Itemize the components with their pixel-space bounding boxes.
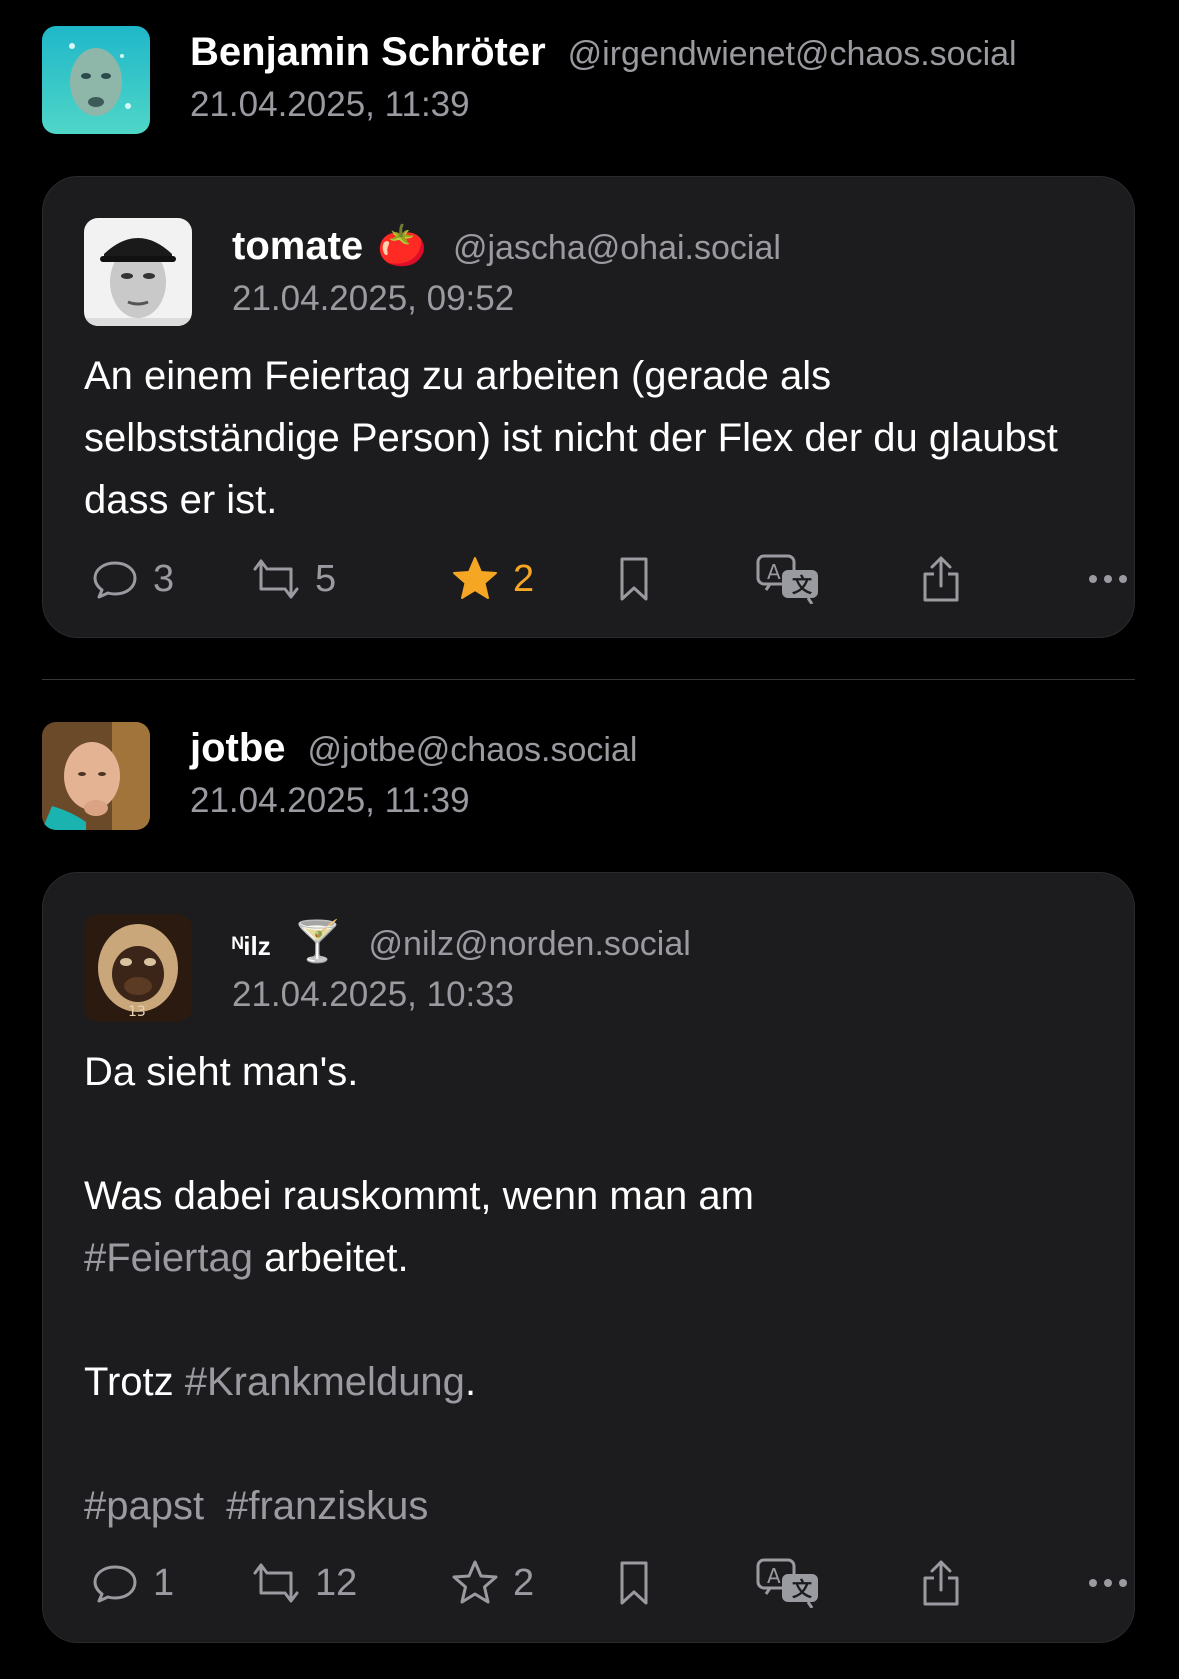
boost-icon — [251, 555, 301, 603]
booster-handle[interactable]: @irgendwienet@chaos.social — [568, 35, 1017, 74]
content-text: arbeitet. — [252, 1236, 409, 1280]
share-button[interactable] — [921, 549, 961, 609]
share-icon — [921, 554, 961, 604]
booster-avatar[interactable] — [42, 26, 150, 134]
quoted-post-header: tomate 🍅 @jascha@ohai.social 21.04.2025,… — [84, 218, 781, 326]
star-icon — [451, 555, 499, 603]
booster-avatar[interactable] — [42, 722, 150, 830]
quoted-post-header: 13 ᴺilz 🍸 @nilz@norden.social 21.04.2025… — [84, 914, 691, 1022]
reply-button[interactable]: 1 — [91, 1553, 174, 1613]
favorite-button[interactable]: 2 — [451, 549, 534, 609]
content-line: Was dabei rauskommt, wenn man am — [84, 1174, 754, 1218]
svg-text:文: 文 — [792, 1577, 813, 1601]
booster-name[interactable]: jotbe — [190, 726, 286, 771]
reply-icon — [91, 1559, 139, 1607]
boost-count: 12 — [315, 1561, 358, 1604]
more-icon — [1087, 573, 1129, 585]
bookmark-icon — [616, 1559, 652, 1607]
favorite-count: 2 — [513, 1561, 535, 1604]
post-divider — [42, 679, 1135, 680]
booster-header: jotbe @jotbe@chaos.social 21.04.2025, 11… — [42, 722, 637, 830]
content-line: Da sieht man's. — [84, 1050, 359, 1094]
post-timestamp: 21.04.2025, 09:52 — [232, 279, 515, 318]
translate-button[interactable]: A文 — [756, 549, 822, 609]
svg-text:文: 文 — [792, 573, 813, 597]
booster-timestamp: 21.04.2025, 11:39 — [190, 781, 470, 820]
action-bar: 3 5 2 A文 — [91, 549, 1131, 609]
favorite-count: 2 — [513, 557, 535, 600]
quoted-post-card[interactable]: tomate 🍅 @jascha@ohai.social 21.04.2025,… — [42, 176, 1135, 638]
hashtag-link[interactable]: #Feiertag — [84, 1236, 253, 1280]
content-text: . — [464, 1360, 477, 1404]
hashtag-link[interactable]: #Krankmeldung — [185, 1360, 465, 1404]
boost-count: 5 — [315, 557, 337, 600]
bookmark-button[interactable] — [616, 549, 652, 609]
content-line: #Feiertag arbeitet. — [84, 1227, 1074, 1289]
post-content: Da sieht man's. Was dabei rauskommt, wen… — [84, 1041, 1074, 1537]
booster-handle[interactable]: @jotbe@chaos.social — [308, 731, 638, 770]
author-name[interactable]: ᴺilz — [232, 931, 271, 962]
more-icon — [1087, 1577, 1129, 1589]
content-text: Trotz — [84, 1360, 185, 1404]
reply-icon — [91, 555, 139, 603]
translate-icon: A文 — [756, 554, 822, 604]
boost-button[interactable]: 5 — [251, 549, 336, 609]
hashtag-link[interactable]: #franziskus — [226, 1484, 428, 1528]
action-bar: 1 12 2 A文 — [91, 1553, 1131, 1613]
more-button[interactable] — [1087, 549, 1129, 609]
bookmark-button[interactable] — [616, 1553, 652, 1613]
favorite-button[interactable]: 2 — [451, 1553, 534, 1613]
reply-button[interactable]: 3 — [91, 549, 174, 609]
post-content: An einem Feiertag zu arbeiten (gerade al… — [84, 354, 1058, 522]
translate-icon: A文 — [756, 1558, 822, 1608]
svg-text:A: A — [767, 560, 781, 584]
content-line: Trotz #Krankmeldung. — [84, 1351, 1074, 1413]
share-button[interactable] — [921, 1553, 961, 1613]
booster-timestamp: 21.04.2025, 11:39 — [190, 85, 470, 124]
author-emoji: 🍸 — [292, 920, 343, 964]
star-icon — [451, 1559, 499, 1607]
author-avatar[interactable] — [84, 218, 192, 326]
more-button[interactable] — [1087, 1553, 1129, 1613]
author-emoji: 🍅 — [377, 224, 427, 268]
boost-button[interactable]: 12 — [251, 1553, 357, 1613]
booster-header: Benjamin Schröter @irgendwienet@chaos.so… — [42, 26, 1017, 134]
boost-icon — [251, 1559, 301, 1607]
author-handle[interactable]: @jascha@ohai.social — [453, 229, 781, 268]
post-timestamp: 21.04.2025, 10:33 — [232, 975, 515, 1014]
reply-count: 3 — [153, 557, 175, 600]
share-icon — [921, 1558, 961, 1608]
hashtag-row: #papst #franziskus — [84, 1475, 1074, 1537]
reply-count: 1 — [153, 1561, 175, 1604]
author-handle[interactable]: @nilz@norden.social — [369, 925, 691, 964]
svg-text:A: A — [767, 1564, 781, 1588]
svg-text:13: 13 — [128, 1004, 146, 1020]
booster-name[interactable]: Benjamin Schröter — [190, 30, 546, 75]
bookmark-icon — [616, 555, 652, 603]
quoted-post-card[interactable]: 13 ᴺilz 🍸 @nilz@norden.social 21.04.2025… — [42, 872, 1135, 1643]
translate-button[interactable]: A文 — [756, 1553, 822, 1613]
author-name[interactable]: tomate — [232, 224, 363, 269]
author-avatar[interactable]: 13 — [84, 914, 192, 1022]
hashtag-link[interactable]: #papst — [84, 1484, 204, 1528]
